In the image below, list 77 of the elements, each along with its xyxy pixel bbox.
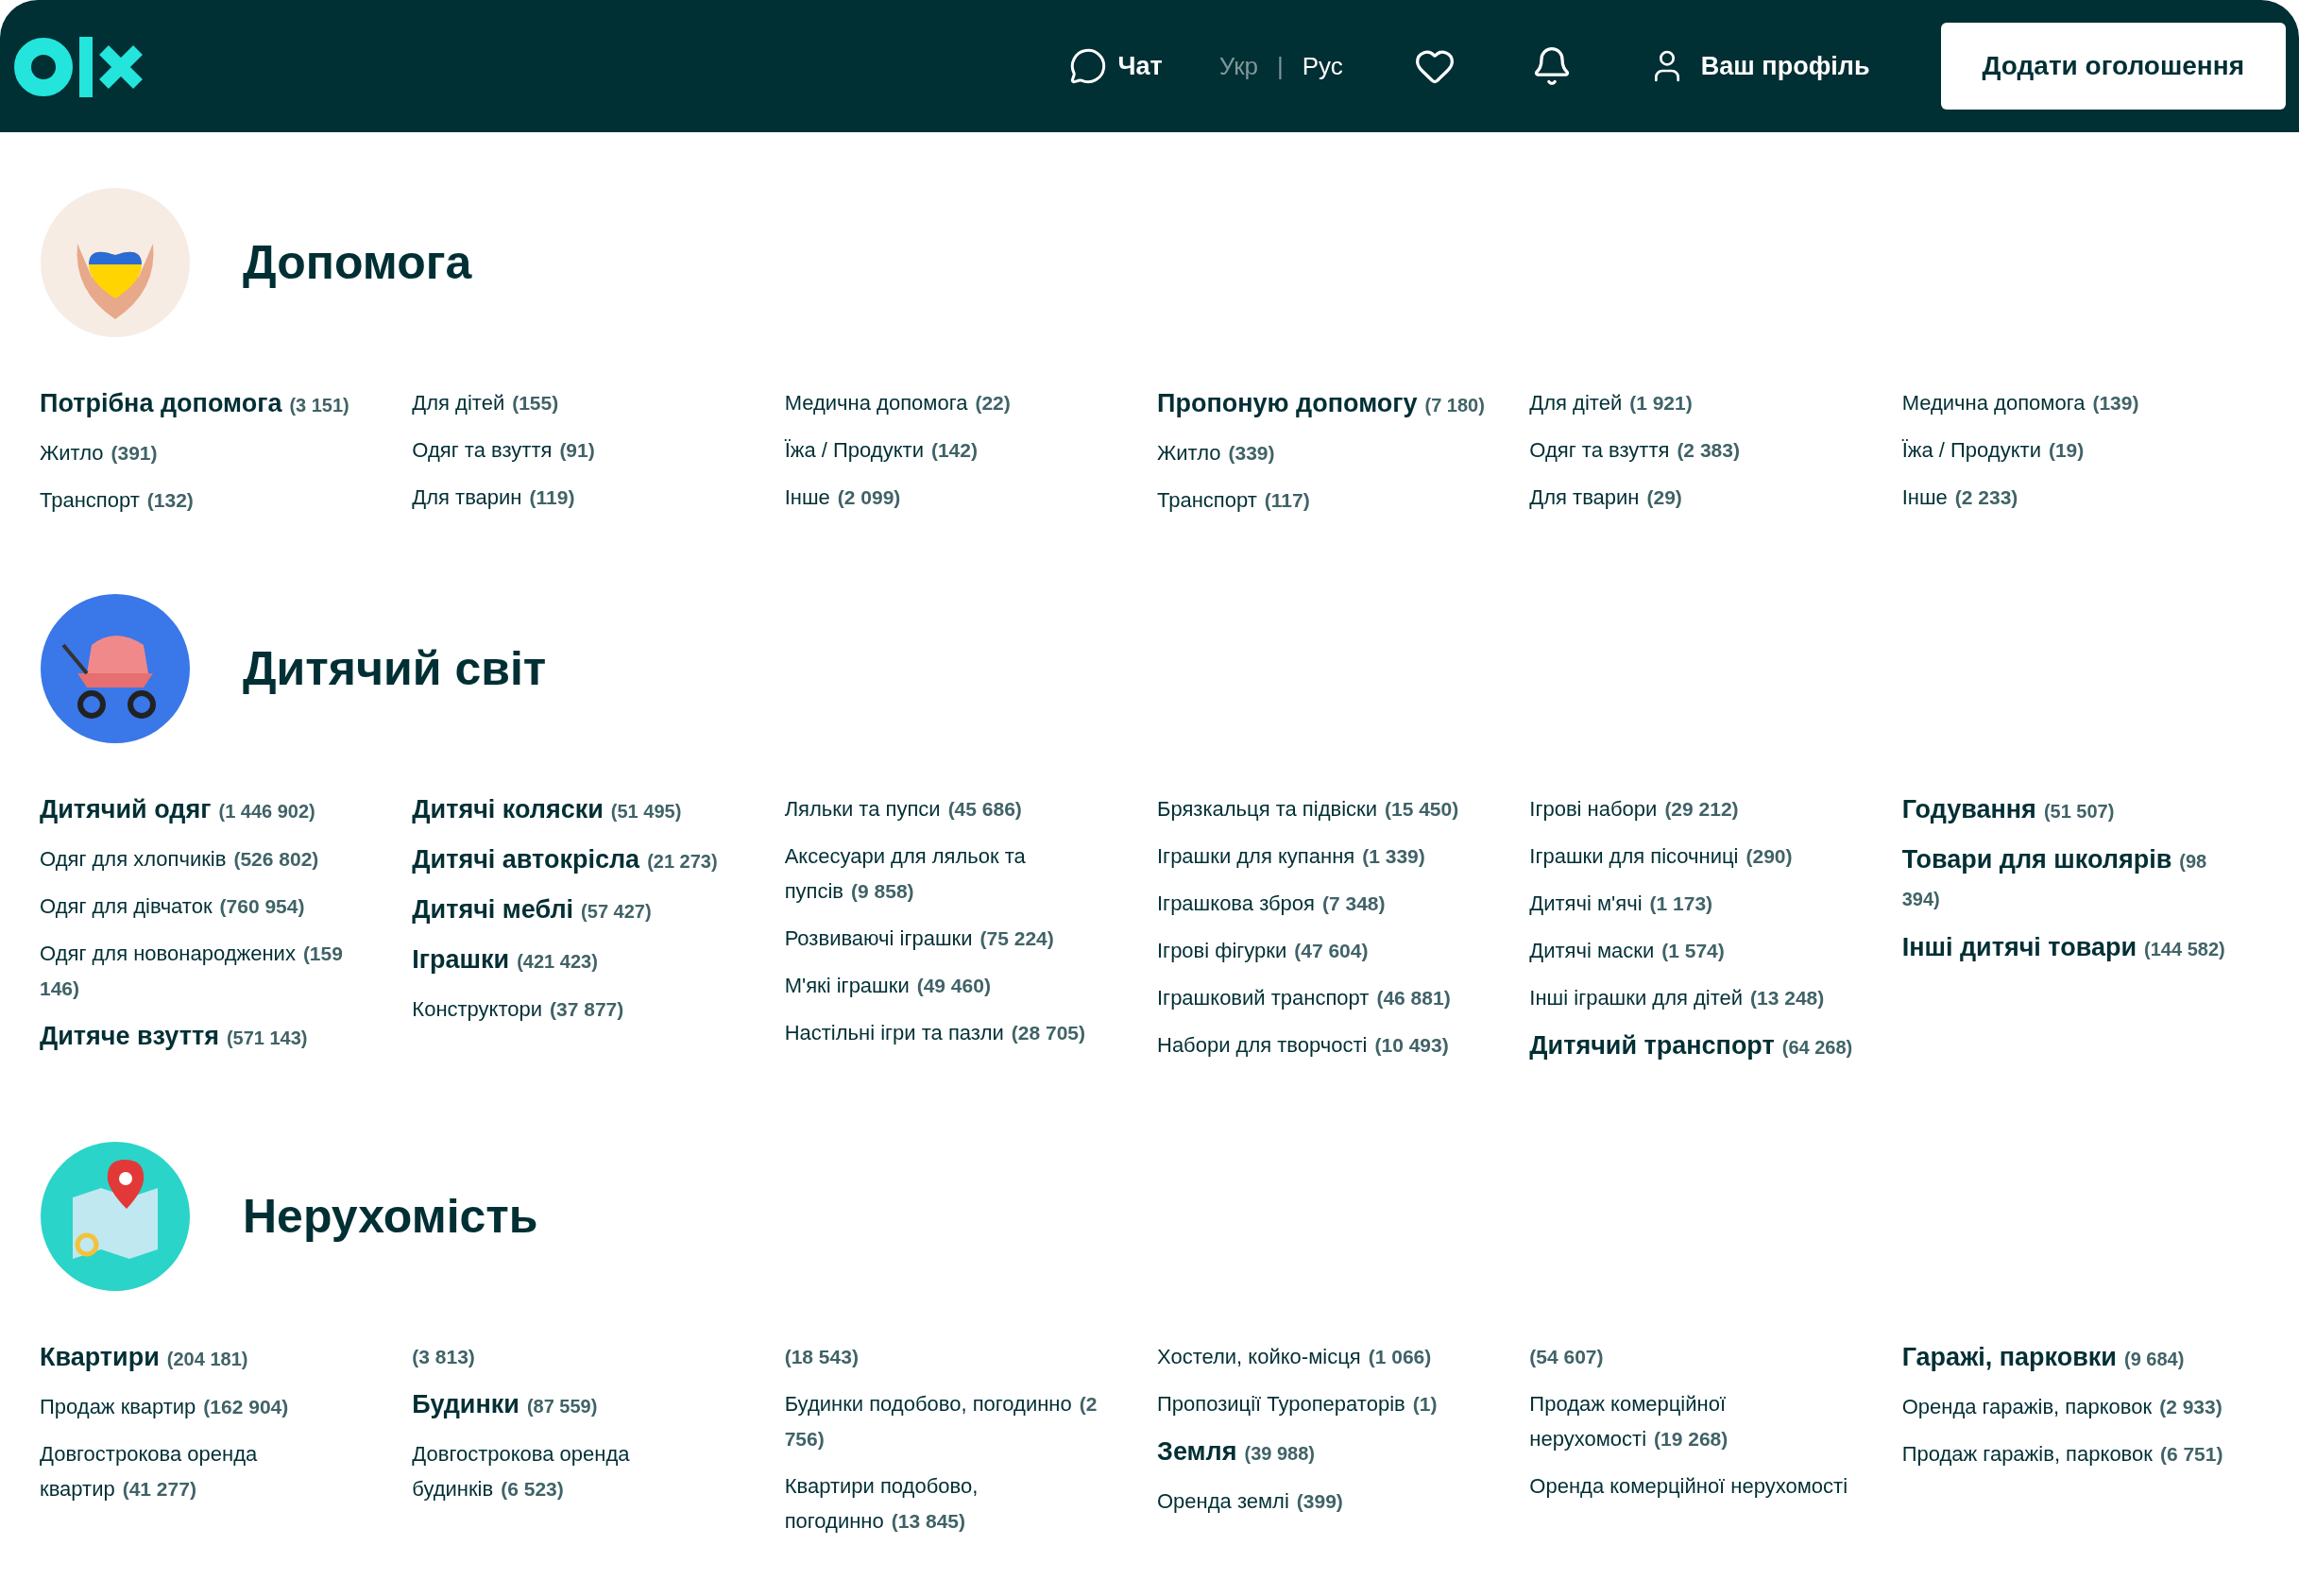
subcategory-link[interactable]: Квартири подобово, погодинно (13 845) <box>784 1469 1114 1538</box>
subcategory-link[interactable]: Оренда гаражів, парковок (2 933) <box>1901 1389 2231 1424</box>
category-link[interactable]: Квартири (204 181) <box>40 1339 369 1377</box>
subcategory-link[interactable]: (18 543) <box>784 1339 1114 1374</box>
chat-link[interactable]: Чат <box>1068 46 1163 86</box>
subcategory-link[interactable]: (3 813) <box>412 1339 741 1374</box>
subcategory-link[interactable]: Дитячі м'ячі (1 173) <box>1529 886 1859 921</box>
subcategory-link[interactable]: Одяг для хлопчиків (526 802) <box>40 841 369 876</box>
subcategory-link[interactable]: Одяг для новонароджених (159 146) <box>40 936 369 1006</box>
category-link[interactable]: Дитячі коляски (51 495) <box>412 791 741 829</box>
subcategory-link[interactable]: Конструктори (37 877) <box>412 992 741 1027</box>
category-link[interactable]: Дитячі автокрісла (21 273) <box>412 841 741 879</box>
subcategory-link[interactable]: Їжа / Продукти (142) <box>784 433 1114 467</box>
chat-icon <box>1068 47 1107 85</box>
section-title[interactable]: Допомога <box>243 227 472 298</box>
subcategory-link[interactable]: Інше (2 099) <box>784 480 1114 515</box>
subcategory-link[interactable]: Продаж комерційної нерухомості (19 268) <box>1529 1386 1859 1456</box>
subcategory-link[interactable]: М'які іграшки (49 460) <box>784 968 1114 1003</box>
category-link[interactable]: Інші дитячі товари (144 582) <box>1901 929 2231 967</box>
subcategory-link[interactable]: Для тварин (29) <box>1529 480 1859 515</box>
subcategory-link[interactable]: Брязкальця та підвіски (15 450) <box>1157 791 1487 826</box>
subcategory-link[interactable]: Набори для творчості (10 493) <box>1157 1027 1487 1062</box>
subcategory-link[interactable]: Одяг та взуття (91) <box>412 433 741 467</box>
category-link[interactable]: Годування (51 507) <box>1901 791 2231 829</box>
category-link[interactable]: Дитячі меблі (57 427) <box>412 891 741 929</box>
subcategory-link[interactable]: Пропозиції Туроператорів (1) <box>1157 1386 1487 1421</box>
category-link[interactable]: Товари для школярів (98 394) <box>1901 841 2231 917</box>
subcategory-link[interactable]: Транспорт (132) <box>40 483 369 518</box>
subcategory-link[interactable]: Іграшки для пісочниці (290) <box>1529 839 1859 874</box>
subcategory-link[interactable]: Іграшкова зброя (7 348) <box>1157 886 1487 921</box>
subcategory-link[interactable]: Їжа / Продукти (19) <box>1901 433 2231 467</box>
subcategory-link[interactable]: Ігрові набори (29 212) <box>1529 791 1859 826</box>
subcategory-link[interactable]: Одяг та взуття (2 383) <box>1529 433 1859 467</box>
language-separator: | <box>1277 51 1284 80</box>
subcategory-link[interactable]: Для дітей (1 921) <box>1529 385 1859 420</box>
category-link[interactable]: Гаражі, парковки (9 684) <box>1901 1339 2231 1377</box>
category-link[interactable]: Дитяче взуття (571 143) <box>40 1018 369 1056</box>
subcategory-link[interactable]: Житло (339) <box>1157 435 1487 470</box>
subcategory-link[interactable]: Оренда землі (399) <box>1157 1484 1487 1519</box>
subcategory-link[interactable]: Хостели, койко-місця (1 066) <box>1157 1339 1487 1374</box>
subcategory-link[interactable]: Довгострокова оренда будинків (6 523) <box>412 1436 741 1506</box>
subcategory-link[interactable]: Дитячі маски (1 574) <box>1529 933 1859 968</box>
section-title[interactable]: Нерухомість <box>243 1180 538 1252</box>
add-listing-button[interactable]: Додати оголошення <box>1940 23 2286 110</box>
subcategory-link[interactable]: (54 607) <box>1529 1339 1859 1374</box>
language-link[interactable]: Рус <box>1302 51 1343 80</box>
subcategory-link[interactable]: Медична допомога (139) <box>1901 385 2231 420</box>
category-link[interactable]: Будинки (87 559) <box>412 1386 741 1424</box>
subcategory-link[interactable]: Транспорт (117) <box>1157 483 1487 518</box>
subcategory-link[interactable]: Будинки подобово, погодинно (2 756) <box>784 1386 1114 1456</box>
subcategory-link[interactable]: Для дітей (155) <box>412 385 741 420</box>
subcategory-link[interactable]: Розвиваючі іграшки (75 224) <box>784 921 1114 956</box>
subcategory-link[interactable]: Іграшки для купання (1 339) <box>1157 839 1487 874</box>
subcategory-link[interactable]: Для тварин (119) <box>412 480 741 515</box>
section-title[interactable]: Дитячий світ <box>243 633 547 705</box>
category-link[interactable]: Земля (39 988) <box>1157 1434 1487 1471</box>
category-link[interactable]: Потрібна допомога (3 151) <box>40 385 369 423</box>
subcategory-link[interactable]: Оренда комерційної нерухомості <box>1529 1469 1859 1503</box>
language-link[interactable]: Укр <box>1218 51 1258 80</box>
subcategory-link[interactable]: Іграшковий транспорт (46 881) <box>1157 980 1487 1015</box>
subcategory-link[interactable]: Інші іграшки для дітей (13 248) <box>1529 980 1859 1015</box>
subcategory-link[interactable]: Одяг для дівчаток (760 954) <box>40 889 369 924</box>
subcategory-link[interactable]: Ляльки та пупси (45 686) <box>784 791 1114 826</box>
subcategory-link[interactable]: Продаж квартир (162 904) <box>40 1389 369 1424</box>
subcategory-link[interactable]: Медична допомога (22) <box>784 385 1114 420</box>
category-link[interactable]: Пропоную допомогу (7 180) <box>1157 385 1487 423</box>
subcategory-link[interactable]: Ігрові фігурки (47 604) <box>1157 933 1487 968</box>
subcategory-link[interactable]: Довгострокова оренда квартир (41 277) <box>40 1436 369 1506</box>
category-link[interactable]: Дитячий одяг (1 446 902) <box>40 791 369 829</box>
subcategory-link[interactable]: Продаж гаражів, парковок (6 751) <box>1901 1436 2231 1471</box>
category-link[interactable]: Іграшки (421 423) <box>412 942 741 979</box>
subcategory-link[interactable]: Аксесуари для ляльок та пупсів (9 858) <box>784 839 1114 908</box>
profile-link[interactable]: Ваш профіль <box>1647 46 1870 86</box>
category-link[interactable]: Дитячий транспорт (64 268) <box>1529 1027 1859 1065</box>
subcategory-link[interactable]: Інше (2 233) <box>1901 480 2231 515</box>
subcategory-link[interactable]: Житло (391) <box>40 435 369 470</box>
subcategory-link[interactable]: Настільні ігри та пазли (28 705) <box>784 1015 1114 1050</box>
